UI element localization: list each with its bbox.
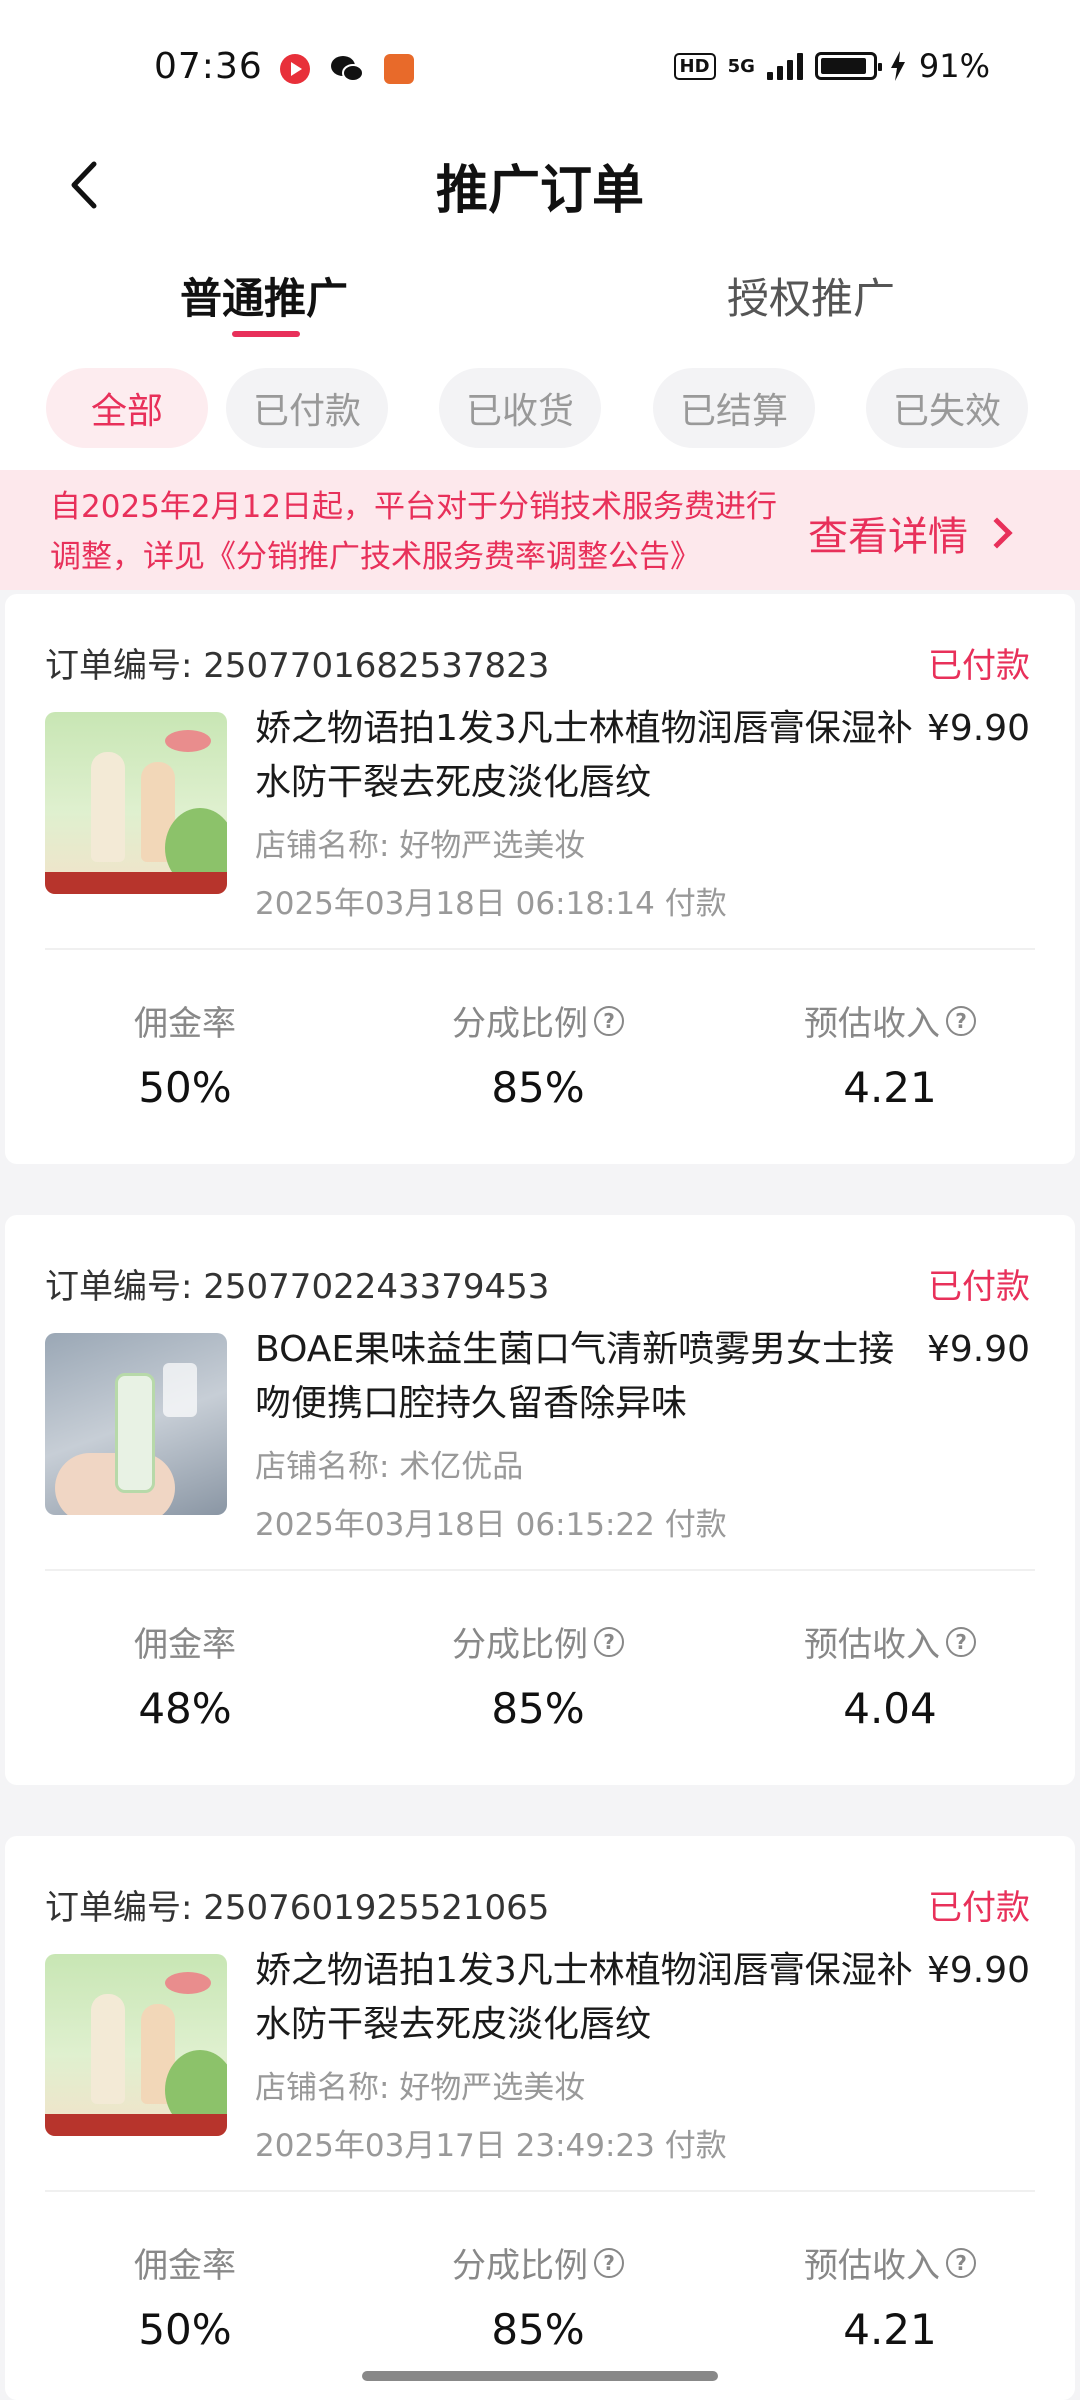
stat-label: 预估收入 [804,1004,940,1044]
help-icon[interactable]: ? [946,1626,976,1657]
notice-link-label: 查看详情 [808,514,968,560]
stat-label: 佣金率 [134,1625,236,1665]
order-number: 订单编号: 2507701682537823 [45,646,550,686]
network-label: 5G [727,55,755,77]
charging-icon [890,51,905,81]
estimated-income-stat: 预估收入? 4.04 [740,1617,1040,1733]
stat-label: 分成比例 [452,1625,588,1665]
estimated-income-stat: 预估收入? 4.21 [740,996,1040,1112]
estimated-income-stat: 预估收入? 4.21 [740,2238,1040,2354]
filter-chip-all[interactable]: 全部 [46,368,208,448]
commission-rate-stat: 佣金率 48% [35,1617,335,1733]
battery-percent: 91% [918,47,990,85]
product-price: ¥9.90 [926,1329,1030,1370]
stat-value: 85% [491,1063,585,1112]
product-thumbnail[interactable] [45,1954,227,2136]
status-bar: 07:36 HD 5G 91% [0,0,1080,130]
filter-row: 全部 已付款 已收货 已结算 已失效 [0,368,1080,452]
battery-icon [814,52,882,80]
store-name: 店铺名称: 好物严选美妆 [255,2070,586,2106]
mascot-app-icon [384,54,414,84]
stat-value: 4.21 [843,1063,937,1112]
product-title[interactable]: BOAE果味益生菌口气清新喷雾男女士接吻便携口腔持久留香除异味 [255,1323,915,1431]
product-thumbnail[interactable] [45,1333,227,1515]
notice-text: 自2025年2月12日起，平台对于分销技术服务费进行调整，详见《分销推广技术服务… [50,489,778,575]
hd-badge: HD [673,52,716,80]
product-title[interactable]: 娇之物语拍1发3凡士林植物润唇膏保湿补水防干裂去死皮淡化唇纹 [255,702,915,810]
order-card[interactable]: 订单编号: 2507702243379453 已付款 BOAE果味益生菌口气清新… [5,1215,1075,1785]
tab-authorized-promotion[interactable]: 授权推广 [727,265,895,326]
status-right: HD 5G 91% [673,46,990,86]
order-number: 订单编号: 2507702243379453 [45,1267,550,1307]
stat-label: 分成比例 [452,2246,588,2286]
store-name: 店铺名称: 好物严选美妆 [255,828,586,864]
product-price: ¥9.90 [926,708,1030,749]
order-number: 订单编号: 2507601925521065 [45,1888,550,1928]
page-title: 推广订单 [435,161,644,221]
active-tab-indicator [232,331,300,337]
order-card[interactable]: 订单编号: 2507601925521065 已付款 娇之物语拍1发3凡士林植物… [5,1836,1075,2400]
stat-value: 50% [138,1063,232,1112]
video-app-icon [280,54,310,84]
pay-time: 2025年03月17日 23:49:23 付款 [255,2128,727,2164]
stat-value: 4.04 [843,1684,937,1733]
share-ratio-stat: 分成比例? 85% [388,2238,688,2354]
help-icon[interactable]: ? [594,1626,624,1657]
help-icon[interactable]: ? [946,2247,976,2278]
notice-banner: 自2025年2月12日起，平台对于分销技术服务费进行调整，详见《分销推广技术服务… [0,470,1080,590]
filter-chip-invalid[interactable]: 已失效 [866,368,1028,448]
divider [45,2190,1035,2192]
filter-chip-paid[interactable]: 已付款 [226,368,388,448]
chevron-right-icon [981,517,1013,549]
share-ratio-stat: 分成比例? 85% [388,996,688,1112]
stat-value: 4.21 [843,2305,937,2354]
help-icon[interactable]: ? [594,1005,624,1036]
stat-value: 85% [491,2305,585,2354]
divider [45,1569,1035,1571]
home-indicator[interactable] [362,2371,718,2381]
order-card[interactable]: 订单编号: 2507701682537823 已付款 娇之物语拍1发3凡士林植物… [5,594,1075,1164]
stat-label: 佣金率 [134,1004,236,1044]
status-time: 07:36 [154,46,263,87]
commission-rate-stat: 佣金率 50% [35,2238,335,2354]
product-thumbnail[interactable] [45,712,227,894]
header: 推广订单 [0,130,1080,240]
product-title[interactable]: 娇之物语拍1发3凡士林植物润唇膏保湿补水防干裂去死皮淡化唇纹 [255,1944,915,2052]
filter-chip-received[interactable]: 已收货 [439,368,601,448]
order-status: 已付款 [928,1888,1030,1928]
stat-label: 分成比例 [452,1004,588,1044]
share-ratio-stat: 分成比例? 85% [388,1617,688,1733]
commission-rate-stat: 佣金率 50% [35,996,335,1112]
help-icon[interactable]: ? [946,1005,976,1036]
stat-label: 预估收入 [804,2246,940,2286]
pay-time: 2025年03月18日 06:18:14 付款 [255,886,727,922]
store-name: 店铺名称: 术亿优品 [255,1449,524,1485]
stat-label: 预估收入 [804,1625,940,1665]
product-price: ¥9.90 [926,1950,1030,1991]
filter-chip-settled[interactable]: 已结算 [653,368,815,448]
divider [45,948,1035,950]
main-tabs: 普通推广 授权推广 [0,255,1080,345]
notice-details-link[interactable]: 查看详情 [808,504,1013,562]
order-status: 已付款 [928,1267,1030,1307]
stat-value: 48% [138,1684,232,1733]
stat-label: 佣金率 [134,2246,236,2286]
wechat-icon [330,54,364,84]
pay-time: 2025年03月18日 06:15:22 付款 [255,1507,727,1543]
help-icon[interactable]: ? [594,2247,624,2278]
signal-icon [766,52,803,80]
stat-value: 50% [138,2305,232,2354]
stat-value: 85% [491,1684,585,1733]
order-status: 已付款 [928,646,1030,686]
tab-normal-promotion[interactable]: 普通推广 [180,265,348,326]
